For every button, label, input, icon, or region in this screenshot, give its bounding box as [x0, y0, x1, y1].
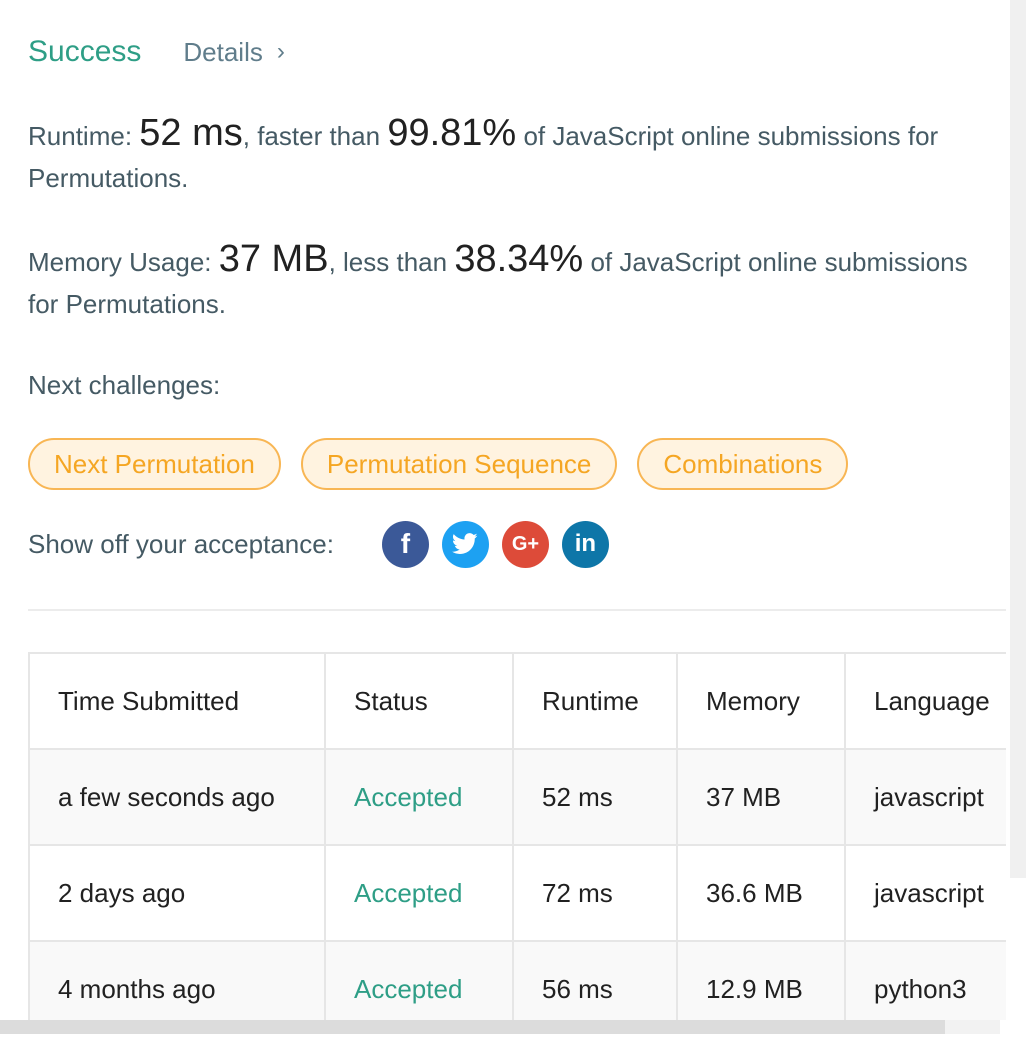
- submission-result-page: Success Details › Runtime: 52 ms, faster…: [0, 0, 1030, 1054]
- column-header-status[interactable]: Status: [324, 652, 514, 750]
- column-header-runtime[interactable]: Runtime: [512, 652, 678, 750]
- challenge-chip-permutation-sequence[interactable]: Permutation Sequence: [300, 438, 618, 490]
- runtime-stat: Runtime: 52 ms, faster than 99.81% of Ja…: [28, 112, 1003, 199]
- twitter-icon[interactable]: [441, 520, 489, 568]
- submissions-table: Time Submitted Status Runtime Memory Lan…: [28, 652, 1006, 1020]
- details-link[interactable]: Details ›: [183, 37, 284, 68]
- cell-memory: 12.9 MB: [676, 940, 846, 1020]
- challenge-chip-combinations[interactable]: Combinations: [637, 438, 849, 490]
- cell-time-submitted: 2 days ago: [28, 844, 326, 942]
- horizontal-scrollbar-thumb[interactable]: [0, 1020, 945, 1034]
- vertical-scrollbar[interactable]: [1010, 0, 1026, 878]
- cell-status-link[interactable]: Accepted: [324, 940, 514, 1020]
- challenge-chip-next-permutation[interactable]: Next Permutation: [28, 438, 281, 490]
- social-buttons: f G+ in: [381, 520, 609, 568]
- memory-percent: 38.34%: [454, 238, 584, 280]
- share-label: Show off your acceptance:: [28, 528, 334, 559]
- cell-runtime: 72 ms: [512, 844, 678, 942]
- result-header: Success Details ›: [28, 30, 285, 74]
- cell-status-link[interactable]: Accepted: [324, 748, 514, 846]
- chevron-right-icon: ›: [276, 38, 285, 65]
- cell-language: python3: [844, 940, 1006, 1020]
- column-header-language[interactable]: Language: [844, 652, 1006, 750]
- memory-stat: Memory Usage: 37 MB, less than 38.34% of…: [28, 238, 1003, 325]
- facebook-icon[interactable]: f: [381, 520, 429, 568]
- memory-label: Memory Usage:: [28, 247, 212, 277]
- runtime-label: Runtime:: [28, 121, 133, 151]
- cell-runtime: 56 ms: [512, 940, 678, 1020]
- memory-middle: , less than: [328, 247, 448, 277]
- cell-time-submitted: 4 months ago: [28, 940, 326, 1020]
- cell-runtime: 52 ms: [512, 748, 678, 846]
- runtime-middle: , faster than: [242, 121, 381, 151]
- section-divider: [28, 609, 1006, 611]
- google-plus-icon[interactable]: G+: [501, 520, 549, 568]
- runtime-value: 52 ms: [139, 112, 243, 154]
- submissions-table-container: Time Submitted Status Runtime Memory Lan…: [28, 652, 1006, 1020]
- table-row[interactable]: 4 months ago Accepted 56 ms 12.9 MB pyth…: [28, 940, 1006, 1020]
- memory-value: 37 MB: [218, 238, 329, 280]
- cell-language: javascript: [844, 748, 1006, 846]
- linkedin-icon[interactable]: in: [561, 520, 609, 568]
- cell-time-submitted: a few seconds ago: [28, 748, 326, 846]
- table-row[interactable]: 2 days ago Accepted 72 ms 36.6 MB javasc…: [28, 844, 1006, 942]
- cell-memory: 37 MB: [676, 748, 846, 846]
- cell-memory: 36.6 MB: [676, 844, 846, 942]
- next-challenges-list: Next Permutation Permutation Sequence Co…: [28, 438, 849, 490]
- cell-status-link[interactable]: Accepted: [324, 844, 514, 942]
- status-success: Success: [28, 35, 142, 68]
- column-header-memory[interactable]: Memory: [676, 652, 846, 750]
- cell-language: javascript: [844, 844, 1006, 942]
- details-label: Details: [183, 36, 263, 67]
- next-challenges-label: Next challenges:: [28, 370, 221, 400]
- twitter-bird-glyph: [452, 533, 479, 554]
- table-row[interactable]: a few seconds ago Accepted 52 ms 37 MB j…: [28, 748, 1006, 846]
- table-header-row: Time Submitted Status Runtime Memory Lan…: [28, 652, 1006, 750]
- runtime-percent: 99.81%: [387, 112, 517, 154]
- column-header-time-submitted[interactable]: Time Submitted: [28, 652, 326, 750]
- share-row: Show off your acceptance: f G+ in: [28, 520, 609, 568]
